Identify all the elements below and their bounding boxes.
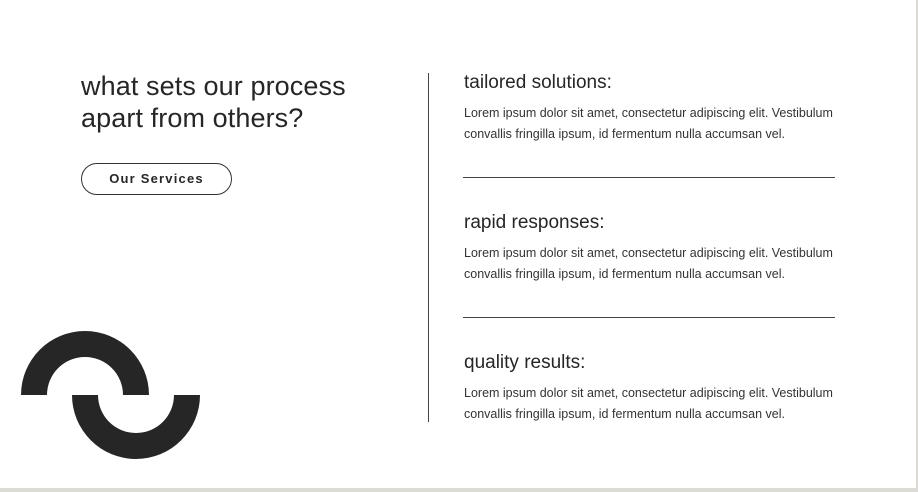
logo-upper-arc [21, 331, 149, 395]
feature-title: rapid responses: [464, 212, 605, 233]
feature-title: quality results: [464, 352, 586, 373]
feature-description: Lorem ipsum dolor sit amet, consectetur … [464, 106, 833, 141]
feature-description: Lorem ipsum dolor sit amet, consectetur … [464, 246, 833, 281]
interlocking-arcs-logo-icon [21, 331, 200, 459]
page: what sets our process apart from others?… [0, 0, 916, 488]
feature-title: tailored solutions: [464, 72, 612, 93]
logo-lower-arc [72, 395, 200, 459]
feature-quality-results: quality results: Lorem ipsum dolor sit a… [464, 351, 836, 425]
our-services-button[interactable]: Our Services [81, 163, 232, 195]
feature-tailored-solutions: tailored solutions: Lorem ipsum dolor si… [464, 71, 836, 145]
section-headline: what sets our process apart from others? [81, 71, 346, 133]
feature-rapid-responses: rapid responses: Lorem ipsum dolor sit a… [464, 211, 836, 285]
feature-description: Lorem ipsum dolor sit amet, consectetur … [464, 386, 833, 421]
feature-separator [463, 177, 835, 178]
feature-separator [463, 317, 835, 318]
vertical-divider [428, 73, 429, 422]
